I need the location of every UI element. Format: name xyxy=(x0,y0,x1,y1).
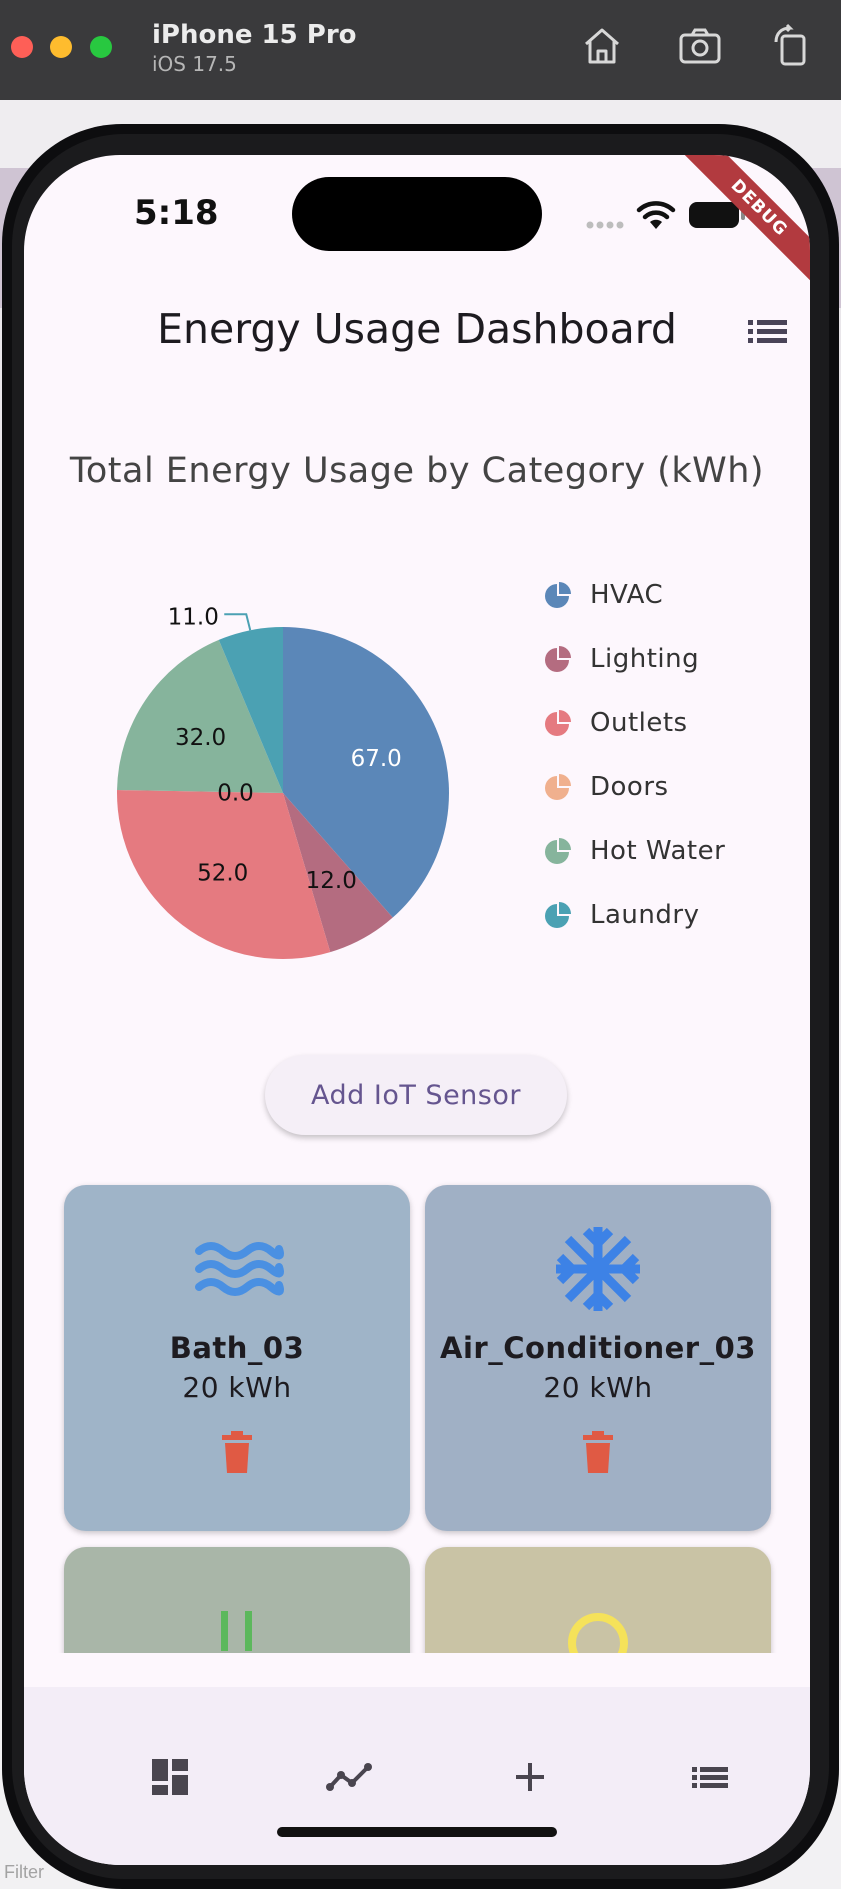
water-waves-icon xyxy=(187,1219,287,1319)
delete-icon[interactable] xyxy=(216,1431,258,1475)
list-icon[interactable] xyxy=(680,1747,740,1807)
sensor-value: 20 kWh xyxy=(182,1371,292,1404)
simulator-title-bar: iPhone 15 Pro iOS 17.5 xyxy=(0,0,841,100)
sensor-card[interactable] xyxy=(64,1547,410,1653)
sensor-card[interactable]: Air_Conditioner_03 20 kWh xyxy=(425,1185,771,1531)
zoom-window-button[interactable] xyxy=(90,36,112,58)
home-icon[interactable] xyxy=(578,22,626,70)
analytics-icon[interactable] xyxy=(320,1747,380,1807)
snowflake-icon xyxy=(548,1219,648,1319)
bottom-navigation xyxy=(24,1687,810,1865)
add-icon[interactable] xyxy=(500,1747,560,1807)
rotate-icon[interactable] xyxy=(768,22,816,70)
sensor-card[interactable] xyxy=(425,1547,771,1653)
sensor-grid: Bath_03 20 kWh Air_Conditioner_03 20 kWh xyxy=(24,155,810,1653)
content-divider xyxy=(24,1653,810,1687)
delete-icon[interactable] xyxy=(577,1431,619,1475)
lightbulb-icon xyxy=(548,1581,648,1653)
sensor-card[interactable]: Bath_03 20 kWh xyxy=(64,1185,410,1531)
phone-screen: 5:18 DEBUG Energy Usage Dashboard Total … xyxy=(24,155,810,1865)
dashboard-icon[interactable] xyxy=(140,1747,200,1807)
sensor-value: 20 kWh xyxy=(543,1371,653,1404)
sensor-name: Air_Conditioner_03 xyxy=(440,1331,756,1365)
close-window-button[interactable] xyxy=(11,36,33,58)
sensor-name: Bath_03 xyxy=(169,1331,305,1365)
simulator-os-version: iOS 17.5 xyxy=(152,52,237,76)
screenshot-icon[interactable] xyxy=(676,22,724,70)
simulator-device-name: iPhone 15 Pro xyxy=(152,20,357,50)
filter-field[interactable]: Filter xyxy=(4,1862,44,1883)
home-indicator xyxy=(277,1827,557,1837)
minimize-window-button[interactable] xyxy=(50,36,72,58)
power-plug-icon xyxy=(187,1581,287,1653)
